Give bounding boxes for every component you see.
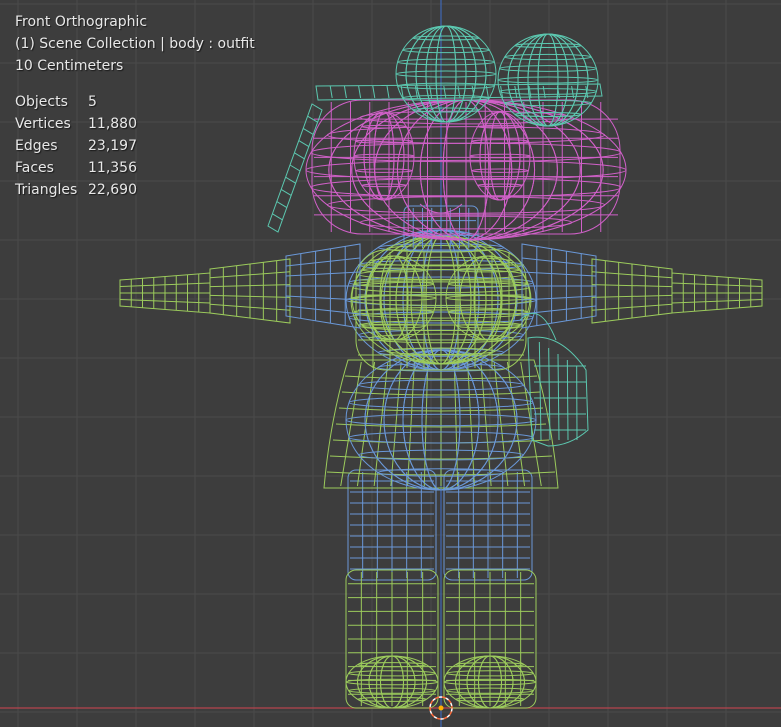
left-forearm-wire — [209, 258, 291, 324]
stat-value: 23,197 — [88, 138, 137, 154]
left-hand-wire — [119, 272, 211, 314]
stat-row-edges: Edges 23,197 — [15, 135, 137, 157]
stat-label: Vertices — [15, 116, 71, 132]
stat-value: 5 — [88, 94, 97, 110]
right-hand-wire — [671, 272, 763, 314]
right-leg-wire — [443, 469, 533, 581]
right-goggle-wire — [497, 33, 599, 127]
stat-label: Faces — [15, 160, 54, 176]
origin-cursor-icon — [429, 696, 453, 720]
stat-value: 11,356 — [88, 160, 137, 176]
side-bag-wire — [519, 312, 589, 447]
right-eye-wire — [469, 111, 531, 201]
left-eye-wire — [353, 111, 415, 201]
left-goggle-wire — [395, 25, 497, 123]
scene-statistics: Objects 5 Vertices 11,880 Edges 23,197 F… — [15, 91, 137, 201]
right-forearm-wire — [591, 258, 673, 324]
stat-label: Objects — [15, 94, 68, 110]
stat-label: Triangles — [15, 182, 78, 198]
stat-row-faces: Faces 11,356 — [15, 157, 137, 179]
right-boot-wire — [443, 569, 537, 709]
stat-row-vertices: Vertices 11,880 — [15, 113, 137, 135]
stat-value: 22,690 — [88, 182, 137, 198]
collection-label: (1) Scene Collection | body : outfit — [15, 36, 255, 52]
left-upper-arm-wire — [285, 243, 361, 329]
goggle-strap-wire — [267, 83, 603, 233]
3d-viewport[interactable]: Front Orthographic (1) Scene Collection … — [0, 0, 781, 727]
stat-row-objects: Objects 5 — [15, 91, 137, 113]
stat-value: 11,880 — [88, 116, 137, 132]
stat-row-triangles: Triangles 22,690 — [15, 179, 137, 201]
grid-scale-label: 10 Centimeters — [15, 58, 124, 74]
left-boot-wire — [345, 569, 439, 709]
head-wire — [311, 99, 621, 235]
view-name-label: Front Orthographic — [15, 14, 148, 30]
viewport-info-text: Front Orthographic (1) Scene Collection … — [15, 11, 255, 77]
right-upper-arm-wire — [521, 243, 597, 329]
stat-label: Edges — [15, 138, 58, 154]
